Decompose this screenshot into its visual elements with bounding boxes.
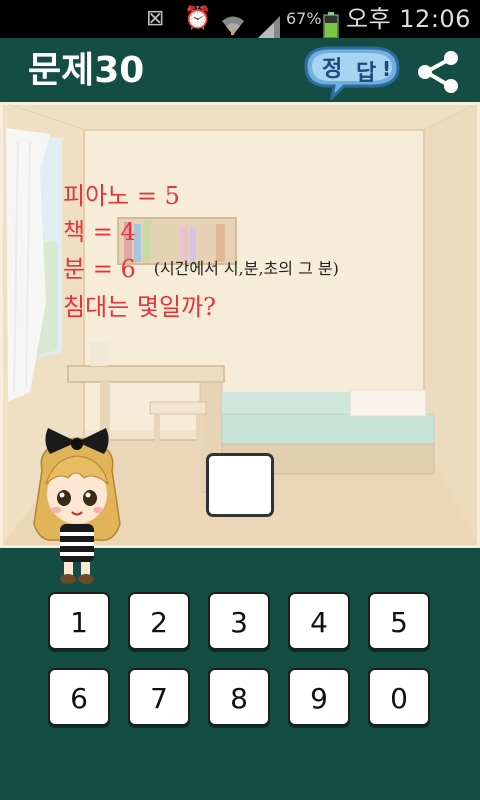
clue-minute-text: 분 = 6 (63, 255, 136, 283)
girl-character-icon (33, 428, 121, 584)
key-0[interactable]: 0 (368, 668, 430, 726)
key-9[interactable]: 9 (288, 668, 350, 726)
app-header: 문제30 정 답 ! (0, 38, 480, 103)
answer-mark: ! (382, 57, 391, 81)
answer-input[interactable] (206, 453, 274, 517)
clue-minute: 분 = 6 (시간에서 시,분,초의 그 분) (63, 249, 339, 284)
answer-button[interactable]: 정 답 ! (298, 42, 404, 103)
answer-char-1: 정 (322, 57, 342, 82)
clock: 오후 12:06 (346, 5, 471, 33)
key-4[interactable]: 4 (288, 592, 350, 650)
key-3[interactable]: 3 (208, 592, 270, 650)
page-title: 문제30 (28, 50, 145, 91)
key-5[interactable]: 5 (368, 592, 430, 650)
answer-char-2: 답 (356, 61, 376, 86)
key-7[interactable]: 7 (128, 668, 190, 726)
mute-icon: ⊠ (146, 6, 165, 31)
status-bar: ⊠ ⏰ 67% 오후 12:06 (0, 0, 480, 39)
question-text: 침대는 몇일까? (63, 293, 216, 321)
clue-hint: (시간에서 시,분,초의 그 분) (153, 259, 339, 278)
share-button[interactable] (412, 46, 464, 98)
key-1[interactable]: 1 (48, 592, 110, 650)
key-8[interactable]: 8 (208, 668, 270, 726)
clue-piano: 피아노 = 5 (63, 182, 180, 210)
share-icon (418, 51, 458, 93)
clue-book: 책 = 4 (63, 218, 136, 246)
key-2[interactable]: 2 (128, 592, 190, 650)
key-6[interactable]: 6 (48, 668, 110, 726)
battery-percent: 67% (286, 9, 322, 28)
alarm-icon: ⏰ (184, 6, 212, 31)
speech-bubble-icon: 정 답 ! (304, 46, 400, 103)
